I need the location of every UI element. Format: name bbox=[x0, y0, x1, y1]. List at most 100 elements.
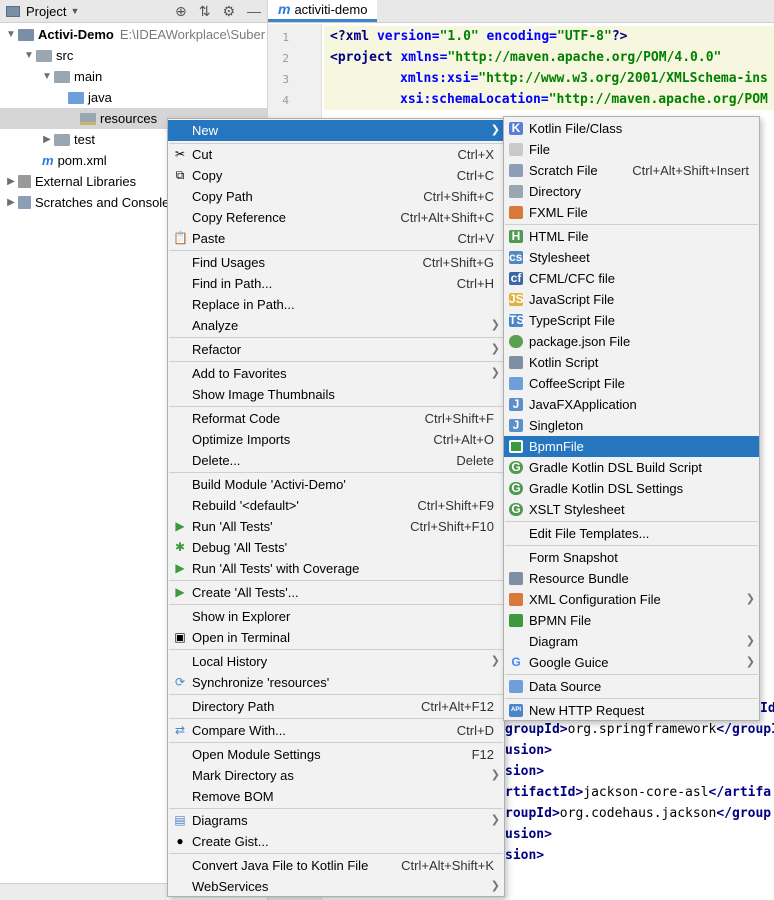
cfml-icon: cf bbox=[509, 271, 523, 285]
code-line-4[interactable]: xsi:schemaLocation="http://maven.apache.… bbox=[324, 89, 774, 110]
tree-item-external-libraries[interactable]: ▶ External Libraries bbox=[4, 171, 136, 192]
submenu-item-resource-bundle[interactable]: Resource Bundle bbox=[504, 568, 759, 589]
tree-item-main[interactable]: ▼ main bbox=[40, 66, 102, 87]
menu-item-local-history[interactable]: Local History ❯ bbox=[168, 651, 504, 672]
locate-icon[interactable]: ⊕ bbox=[175, 3, 187, 19]
submenu-item-scratch-file[interactable]: Scratch File Ctrl+Alt+Shift+Insert bbox=[504, 160, 759, 181]
chevron-right-icon: ❯ bbox=[490, 343, 500, 355]
submenu-item-file[interactable]: File bbox=[504, 139, 759, 160]
menu-item-run-with-coverage[interactable]: ▶ Run 'All Tests' with Coverage bbox=[168, 558, 504, 579]
submenu-item-package-json[interactable]: package.json File bbox=[504, 331, 759, 352]
submenu-item-diagram[interactable]: Diagram ❯ bbox=[504, 631, 759, 652]
html-icon: H bbox=[509, 230, 523, 243]
chevron-down-icon[interactable]: ▼ bbox=[70, 6, 79, 16]
menu-item-new[interactable]: New ❯ bbox=[168, 120, 504, 141]
project-view-selector[interactable]: Project bbox=[26, 4, 66, 19]
chevron-down-icon[interactable]: ▼ bbox=[40, 66, 54, 87]
menu-item-optimize-imports[interactable]: Optimize Imports Ctrl+Alt+O bbox=[168, 429, 504, 450]
copy-icon: ⧉ bbox=[175, 168, 185, 182]
menu-item-reformat-code[interactable]: Reformat Code Ctrl+Shift+F bbox=[168, 408, 504, 429]
code-line-3[interactable]: xmlns:xsi="http://www.w3.org/2001/XMLSch… bbox=[324, 68, 774, 89]
menu-item-build-module[interactable]: Build Module 'Activi-Demo' bbox=[168, 474, 504, 495]
menu-item-webservices[interactable]: WebServices ❯ bbox=[168, 876, 504, 897]
chevron-right-icon[interactable]: ▶ bbox=[4, 192, 18, 213]
menu-item-show-image-thumbnails[interactable]: Show Image Thumbnails bbox=[168, 384, 504, 405]
tree-item-test[interactable]: ▶ test bbox=[40, 129, 95, 150]
submenu-item-kotlin-file[interactable]: K Kotlin File/Class bbox=[504, 118, 759, 139]
menu-item-remove-bom[interactable]: Remove BOM bbox=[168, 786, 504, 807]
submenu-item-typescript-file[interactable]: TS TypeScript File bbox=[504, 310, 759, 331]
menu-item-diagrams[interactable]: ▤ Diagrams ❯ bbox=[168, 810, 504, 831]
code-fragment: usion> bbox=[505, 827, 552, 842]
menu-item-delete[interactable]: Delete... Delete bbox=[168, 450, 504, 471]
menu-separator bbox=[169, 694, 503, 695]
menu-item-mark-directory-as[interactable]: Mark Directory as ❯ bbox=[168, 765, 504, 786]
submenu-item-fxml-file[interactable]: FXML File bbox=[504, 202, 759, 223]
submenu-item-kotlin-script[interactable]: Kotlin Script bbox=[504, 352, 759, 373]
submenu-item-cfml-file[interactable]: cf CFML/CFC file bbox=[504, 268, 759, 289]
submenu-item-javafx-application[interactable]: J JavaFXApplication bbox=[504, 394, 759, 415]
code-line-2[interactable]: <project xmlns="http://maven.apache.org/… bbox=[324, 47, 774, 68]
submenu-item-google-guice[interactable]: G Google Guice ❯ bbox=[504, 652, 759, 673]
collapse-icon[interactable]: ⇅ bbox=[199, 3, 211, 19]
menu-item-paste[interactable]: 📋 Paste Ctrl+V bbox=[168, 228, 504, 249]
chevron-down-icon[interactable]: ▼ bbox=[4, 24, 18, 45]
kotlin-icon: K bbox=[509, 122, 523, 135]
submenu-item-data-source[interactable]: Data Source bbox=[504, 676, 759, 697]
horizontal-scrollbar[interactable] bbox=[0, 883, 167, 900]
menu-item-copy-reference[interactable]: Copy Reference Ctrl+Alt+Shift+C bbox=[168, 207, 504, 228]
submenu-item-xslt-stylesheet[interactable]: G XSLT Stylesheet bbox=[504, 499, 759, 520]
menu-item-analyze[interactable]: Analyze ❯ bbox=[168, 315, 504, 336]
menu-item-rebuild[interactable]: Rebuild '<default>' Ctrl+Shift+F9 bbox=[168, 495, 504, 516]
menu-item-find-in-path[interactable]: Find in Path... Ctrl+H bbox=[168, 273, 504, 294]
menu-item-open-in-terminal[interactable]: ▣ Open in Terminal bbox=[168, 627, 504, 648]
kotlin-script-icon bbox=[509, 356, 523, 369]
submenu-item-stylesheet[interactable]: css Stylesheet bbox=[504, 247, 759, 268]
gear-icon[interactable]: ⚙ bbox=[222, 3, 235, 19]
menu-item-create-gist[interactable]: ● Create Gist... bbox=[168, 831, 504, 852]
menu-item-refactor[interactable]: Refactor ❯ bbox=[168, 339, 504, 360]
submenu-item-edit-file-templates[interactable]: Edit File Templates... bbox=[504, 523, 759, 544]
code-line-1[interactable]: <?xml version="1.0" encoding="UTF-8"?> bbox=[324, 26, 774, 47]
tree-item-java[interactable]: java bbox=[68, 87, 112, 108]
menu-item-cut[interactable]: ✂ Cut Ctrl+X bbox=[168, 144, 504, 165]
menu-item-directory-path[interactable]: Directory Path Ctrl+Alt+F12 bbox=[168, 696, 504, 717]
submenu-item-bpmn-file[interactable]: BPMN File bbox=[504, 610, 759, 631]
menu-item-show-in-explorer[interactable]: Show in Explorer bbox=[168, 606, 504, 627]
menu-item-add-to-favorites[interactable]: Add to Favorites ❯ bbox=[168, 363, 504, 384]
submenu-item-directory[interactable]: Directory bbox=[504, 181, 759, 202]
hide-icon[interactable]: — bbox=[247, 3, 261, 19]
menu-item-replace-in-path[interactable]: Replace in Path... bbox=[168, 294, 504, 315]
menu-item-debug-all-tests[interactable]: ✱ Debug 'All Tests' bbox=[168, 537, 504, 558]
menu-item-copy[interactable]: ⧉ Copy Ctrl+C bbox=[168, 165, 504, 186]
tree-item-module[interactable]: ▼ Activi-Demo E:\IDEAWorkplace\Suber bbox=[4, 24, 265, 45]
submenu-item-singleton[interactable]: J Singleton bbox=[504, 415, 759, 436]
chevron-right-icon[interactable]: ▶ bbox=[40, 129, 54, 150]
submenu-item-javascript-file[interactable]: JS JavaScript File bbox=[504, 289, 759, 310]
submenu-item-html-file[interactable]: H HTML File bbox=[504, 226, 759, 247]
tab-activiti-demo[interactable]: m activiti-demo bbox=[268, 0, 378, 22]
tree-item-scratches[interactable]: ▶ Scratches and Consoles bbox=[4, 192, 176, 213]
chevron-right-icon[interactable]: ▶ bbox=[4, 171, 18, 192]
menu-item-find-usages[interactable]: Find Usages Ctrl+Shift+G bbox=[168, 252, 504, 273]
submenu-item-form-snapshot[interactable]: Form Snapshot bbox=[504, 547, 759, 568]
menu-item-create-all-tests[interactable]: ▶ Create 'All Tests'... bbox=[168, 582, 504, 603]
menu-item-copy-path[interactable]: Copy Path Ctrl+Shift+C bbox=[168, 186, 504, 207]
submenu-item-coffeescript[interactable]: CoffeeScript File bbox=[504, 373, 759, 394]
submenu-item-gradle-kotlin-settings[interactable]: G Gradle Kotlin DSL Settings bbox=[504, 478, 759, 499]
submenu-item-bpmnfile[interactable]: BpmnFile bbox=[504, 436, 759, 457]
tree-label: resources bbox=[100, 111, 158, 126]
submenu-item-gradle-kotlin-build[interactable]: G Gradle Kotlin DSL Build Script bbox=[504, 457, 759, 478]
chevron-down-icon[interactable]: ▼ bbox=[22, 45, 36, 66]
tree-item-pom[interactable]: m pom.xml bbox=[42, 150, 107, 171]
menu-item-open-module-settings[interactable]: Open Module Settings F12 bbox=[168, 744, 504, 765]
submenu-item-xml-configuration[interactable]: XML Configuration File ❯ bbox=[504, 589, 759, 610]
menu-item-synchronize[interactable]: ⟳ Synchronize 'resources' bbox=[168, 672, 504, 693]
code-fragment: usion> bbox=[505, 743, 552, 758]
menu-item-convert-to-kotlin[interactable]: Convert Java File to Kotlin File Ctrl+Alt… bbox=[168, 855, 504, 876]
menu-item-run-all-tests[interactable]: ▶ Run 'All Tests' Ctrl+Shift+F10 bbox=[168, 516, 504, 537]
menu-item-compare-with[interactable]: ⇄ Compare With... Ctrl+D bbox=[168, 720, 504, 741]
tree-item-src[interactable]: ▼ src bbox=[22, 45, 73, 66]
submenu-item-new-http-request[interactable]: API New HTTP Request bbox=[504, 700, 759, 721]
scissors-icon: ✂ bbox=[174, 147, 186, 161]
